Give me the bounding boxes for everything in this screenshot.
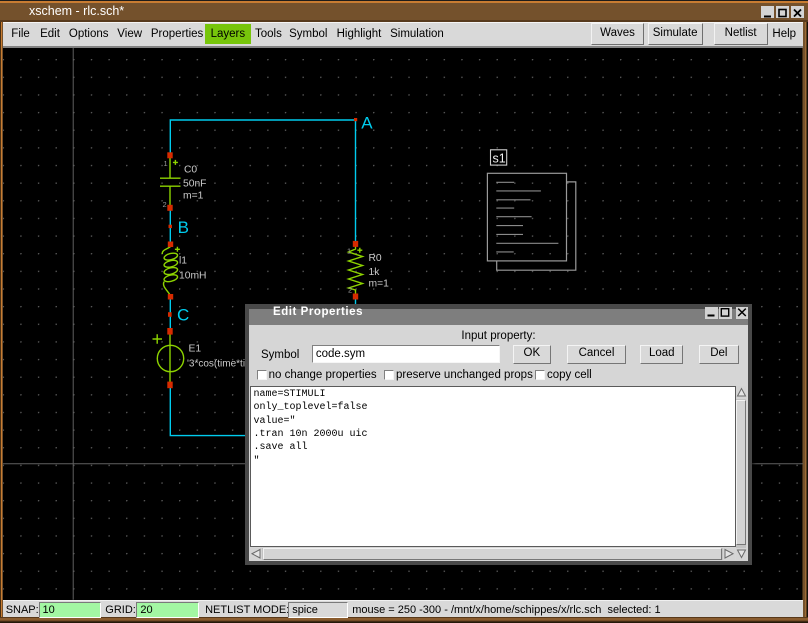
svg-text:l1: l1 xyxy=(179,256,187,267)
svg-text:50nF: 50nF xyxy=(183,179,206,190)
svg-text:C0: C0 xyxy=(184,164,197,175)
svg-text:1k: 1k xyxy=(369,267,381,278)
svg-text:C: C xyxy=(177,306,189,325)
svg-text:1: 1 xyxy=(164,159,168,168)
svg-text:'3*cos(time*ti: '3*cos(time*ti xyxy=(187,359,245,370)
svg-text:m=1: m=1 xyxy=(369,279,390,290)
svg-text:E1: E1 xyxy=(189,344,202,355)
svg-text:2: 2 xyxy=(163,200,167,209)
svg-text:2: 2 xyxy=(348,286,352,295)
svg-text:m=1: m=1 xyxy=(183,190,204,201)
svg-text:s1: s1 xyxy=(493,152,506,166)
svg-text:B: B xyxy=(178,218,189,237)
svg-text:R0: R0 xyxy=(369,253,382,264)
svg-text:10mH: 10mH xyxy=(179,271,206,282)
svg-text:1: 1 xyxy=(347,247,351,256)
svg-text:A: A xyxy=(361,113,373,132)
